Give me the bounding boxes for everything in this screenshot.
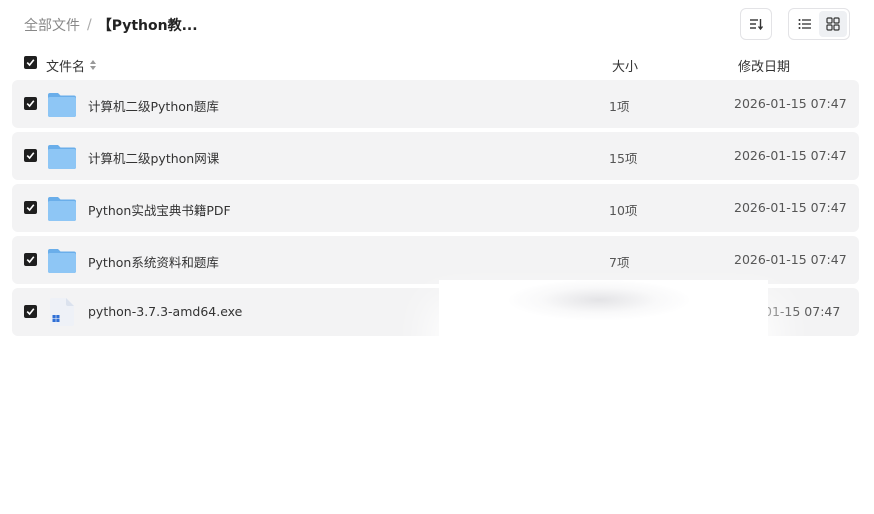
file-name[interactable]: python-3.7.3-amd64.exe: [88, 304, 242, 319]
file-size: 15项: [609, 151, 638, 166]
list-view-icon: [798, 19, 811, 29]
grid-view-button[interactable]: [819, 11, 847, 37]
checkmark-icon: [26, 100, 35, 108]
file-size: 1项: [609, 99, 630, 114]
folder-icon: [48, 145, 76, 169]
checkmark-icon: [26, 308, 35, 316]
file-name[interactable]: 计算机二级python网课: [88, 148, 219, 167]
date-column-header[interactable]: 修改日期: [738, 56, 790, 75]
top-bar: 全部文件 / 【Python教...: [0, 0, 874, 48]
file-date: 2026-01-15 07:47: [734, 200, 847, 215]
checkmark-icon: [26, 152, 35, 160]
file-date: 2026-01-15 07:47: [734, 96, 847, 111]
row-checkbox[interactable]: [24, 305, 37, 318]
checkmark-icon: [26, 256, 35, 264]
view-toggle-group: [788, 8, 850, 40]
select-all-checkbox[interactable]: [24, 56, 37, 69]
file-list-header: 文件名 大小 修改日期: [0, 48, 874, 80]
breadcrumb-separator: /: [87, 17, 92, 33]
folder-icon: [48, 197, 76, 221]
name-column-header[interactable]: 文件名: [46, 56, 97, 75]
breadcrumb-current: 【Python教...: [97, 18, 198, 34]
checkmark-icon: [26, 59, 35, 67]
row-checkbox[interactable]: [24, 97, 37, 110]
file-size: 7项: [609, 255, 630, 270]
name-column-label: 文件名: [46, 60, 86, 75]
row-checkbox[interactable]: [24, 253, 37, 266]
checkmark-icon: [26, 204, 35, 212]
file-date: 2026-01-15 07:47: [734, 148, 847, 163]
file-row[interactable]: Python系统资料和题库 7项 2026-01-15 07:47: [12, 236, 859, 284]
file-row[interactable]: Python实战宝典书籍PDF 10项 2026-01-15 07:47: [12, 184, 859, 232]
size-column-header[interactable]: 大小: [612, 56, 638, 75]
file-name[interactable]: Python系统资料和题库: [88, 252, 219, 271]
file-date: 01-15 07:47: [764, 304, 841, 319]
exe-file-icon: [50, 298, 74, 326]
folder-icon: [48, 93, 76, 117]
file-name[interactable]: 计算机二级Python题库: [88, 96, 219, 115]
blur-smudge: [509, 280, 689, 320]
row-checkbox[interactable]: [24, 149, 37, 162]
breadcrumb: 全部文件 / 【Python教...: [24, 15, 198, 35]
blurred-popup-overlay: [439, 280, 768, 380]
file-size: 10项: [609, 203, 638, 218]
folder-icon: [48, 249, 76, 273]
file-row[interactable]: 计算机二级python网课 15项 2026-01-15 07:47: [12, 132, 859, 180]
file-row[interactable]: 计算机二级Python题库 1项 2026-01-15 07:47: [12, 80, 859, 128]
sort-list-icon: [750, 19, 764, 31]
file-date: 2026-01-15 07:47: [734, 252, 847, 267]
list-view-button[interactable]: [791, 11, 819, 37]
file-name[interactable]: Python实战宝典书籍PDF: [88, 200, 231, 219]
row-checkbox[interactable]: [24, 201, 37, 214]
sort-arrows-icon: [90, 59, 97, 72]
breadcrumb-root[interactable]: 全部文件: [24, 15, 80, 35]
sort-button[interactable]: [740, 8, 772, 40]
grid-view-icon: [826, 17, 840, 31]
